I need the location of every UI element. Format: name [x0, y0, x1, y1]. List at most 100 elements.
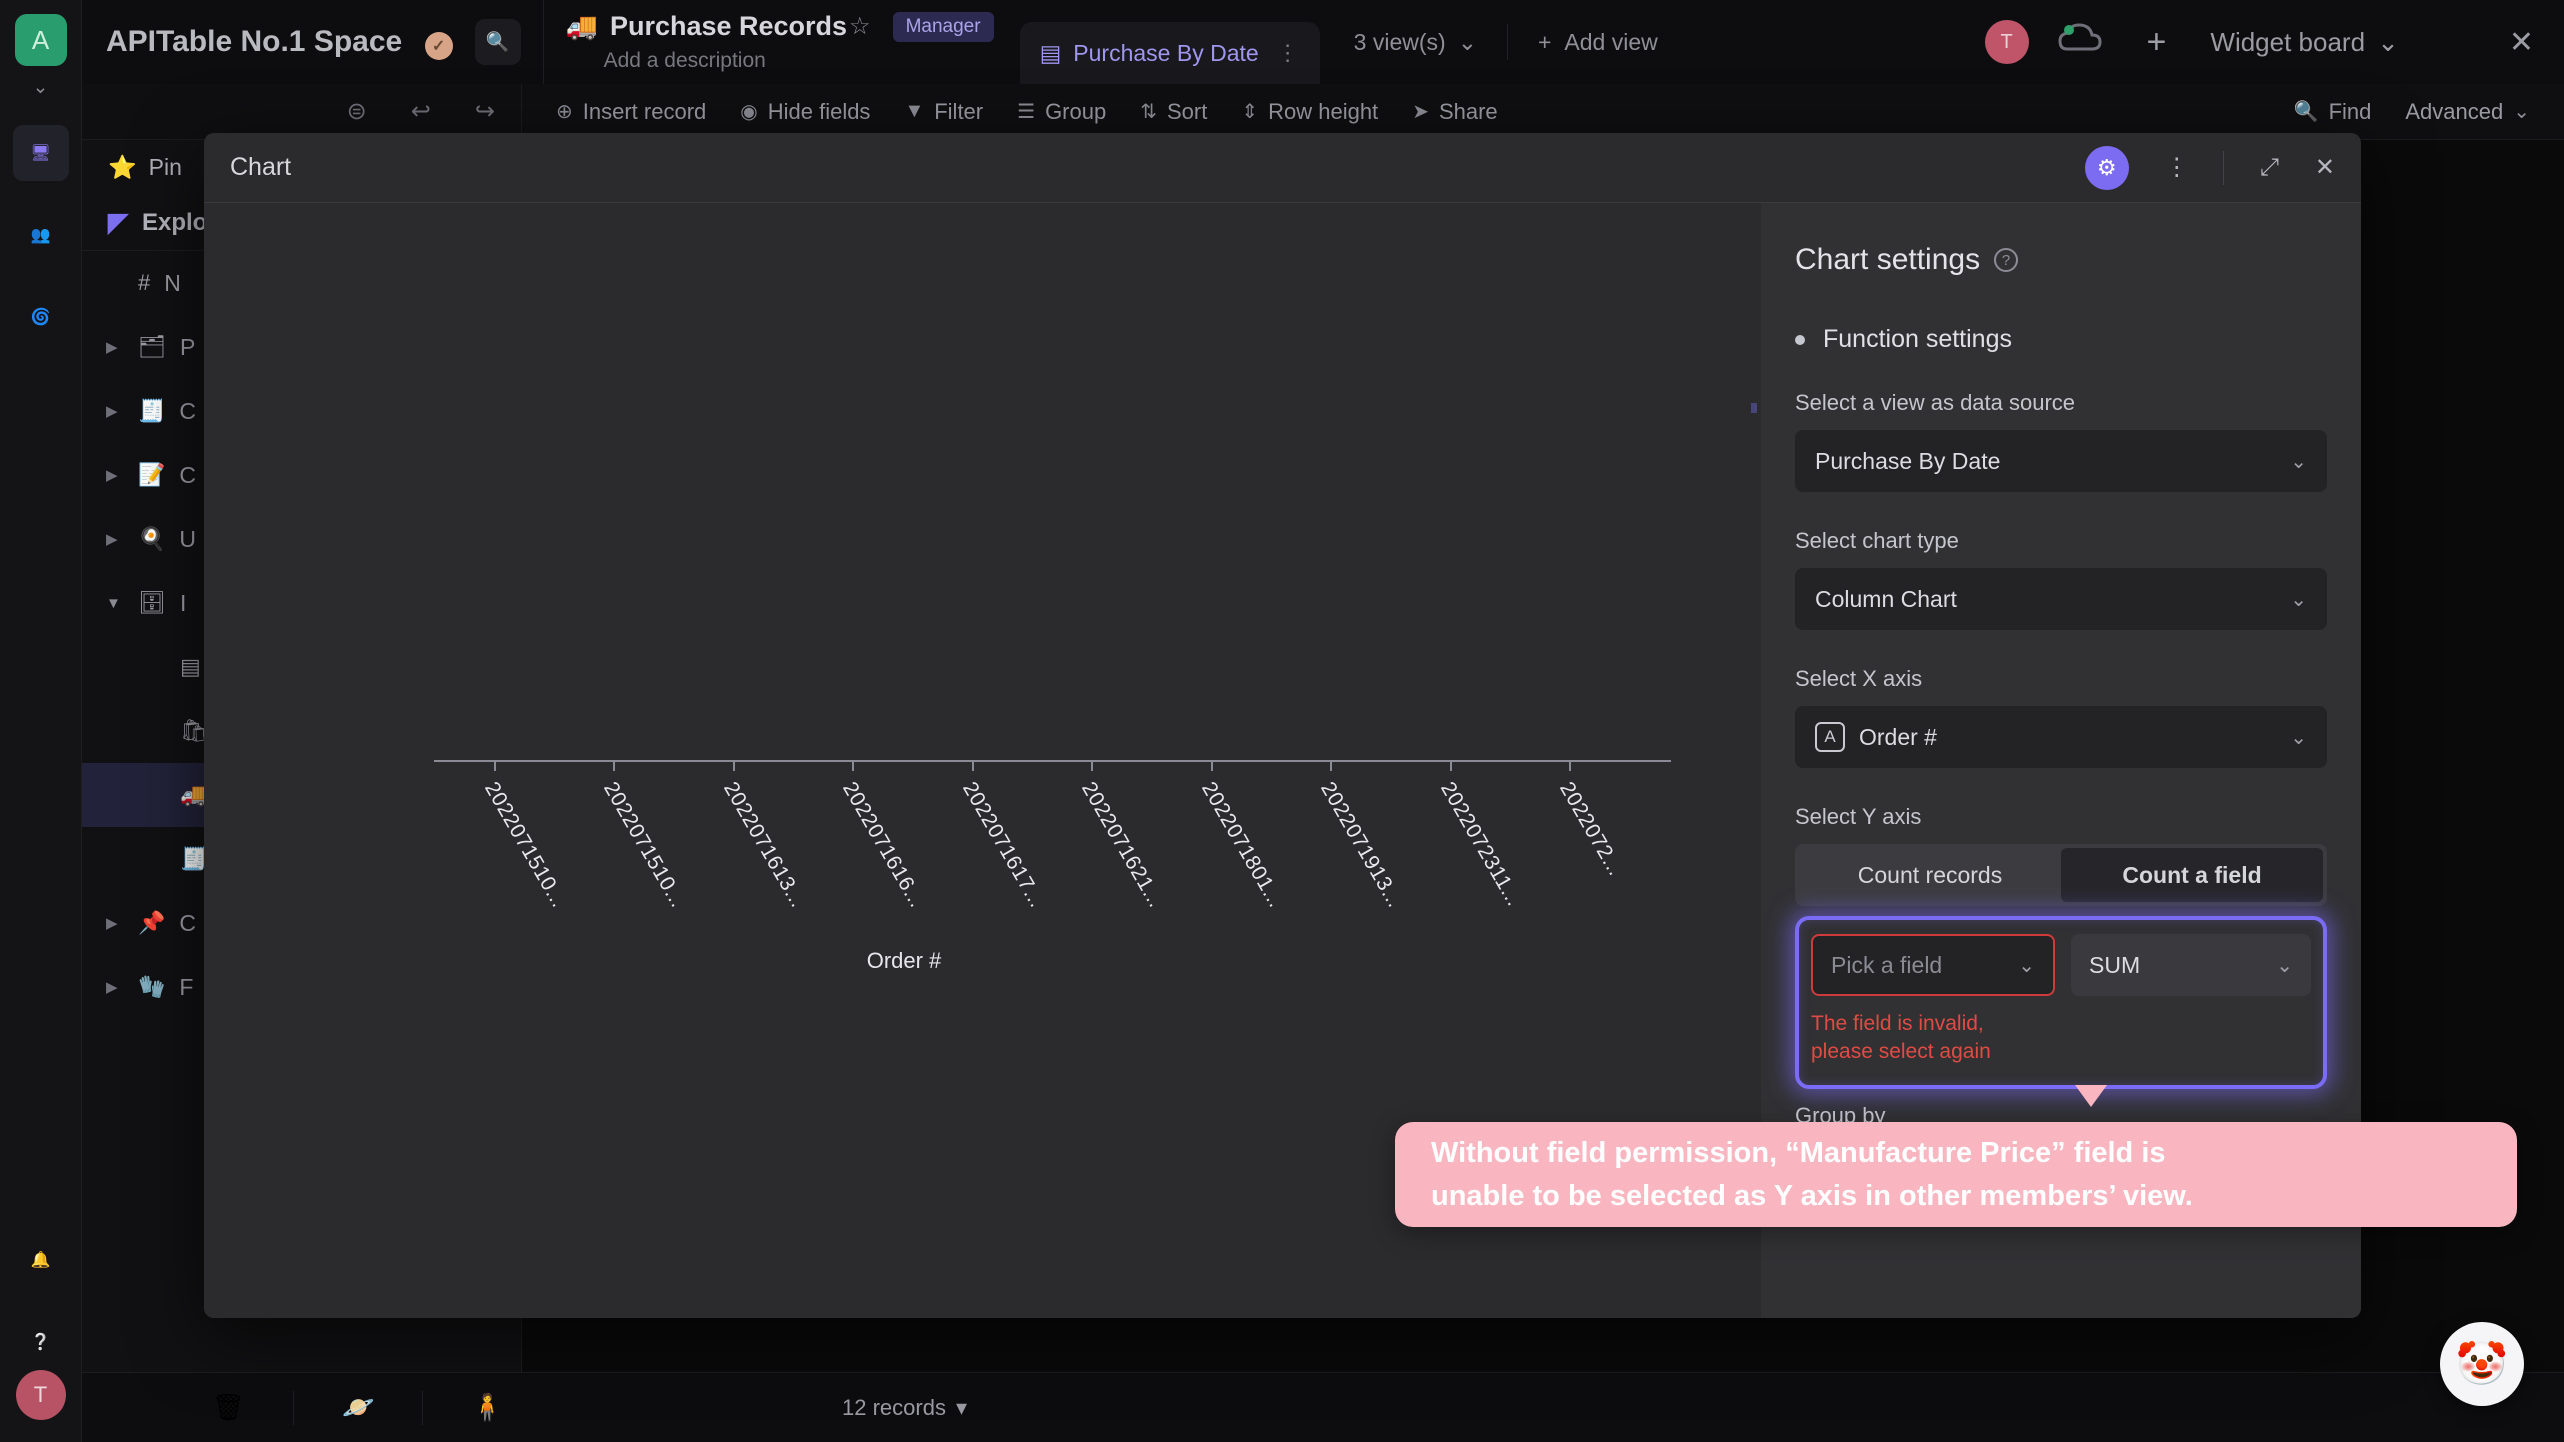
toolbar-row-height[interactable]: ⇕ Row height: [1241, 99, 1378, 125]
add-widget-button[interactable]: +: [2147, 23, 2167, 62]
top-bar: APITable No.1 Space ✓ 🔍 🚚 Purchase Recor…: [82, 0, 2564, 84]
y-axis-field-row: Pick a field ⌄ SUM ⌄: [1811, 934, 2311, 996]
explore-icon: ◤: [108, 207, 128, 237]
node-label: F: [179, 973, 194, 1000]
expand-arrow-icon[interactable]: ▼: [106, 595, 124, 612]
description-placeholder[interactable]: Add a description: [604, 49, 994, 73]
expand-arrow-icon[interactable]: ▶: [106, 402, 124, 420]
divider: [293, 1390, 295, 1425]
view-separator: [1506, 24, 1508, 60]
view-more-icon[interactable]: ⋮: [1277, 40, 1300, 66]
more-options-button[interactable]: ⋮: [2165, 153, 2189, 182]
search-icon: 🔍: [2293, 101, 2319, 123]
pick-field-placeholder: Pick a field: [1831, 951, 1943, 978]
sidebar-item-template[interactable]: 🌀: [13, 289, 69, 345]
x-axis-tick: [1449, 760, 1452, 771]
toolbar-advanced[interactable]: Advanced ⌄: [2405, 99, 2530, 125]
x-axis-title: Order #: [866, 948, 942, 973]
x-axis-tick-label: 2022072311...: [1435, 778, 1526, 911]
expand-arrow-icon[interactable]: ▶: [106, 914, 124, 932]
record-count-dropdown[interactable]: 12 records ▾: [842, 1395, 967, 1421]
tab-count-records[interactable]: Count records: [1799, 848, 2061, 902]
node-label: N: [164, 269, 181, 296]
node-label: I: [179, 589, 187, 616]
node-label: C: [179, 909, 197, 936]
add-view-label: Add view: [1564, 28, 1658, 55]
search-icon: 🔍: [485, 32, 510, 53]
robot-icon[interactable]: 🪐: [342, 1392, 374, 1423]
sidebar-item-members[interactable]: 👥: [13, 207, 69, 263]
error-line-2: please select again: [1811, 1040, 1991, 1064]
collapse-sidebar-icon[interactable]: ⊜: [347, 97, 367, 126]
toolbar-insert-record[interactable]: ⊕ Insert record: [556, 99, 706, 125]
workbench-icon: 🖥: [30, 145, 51, 162]
expand-arrow-icon[interactable]: ▶: [106, 978, 124, 996]
chevron-down-icon: ⌄: [2276, 954, 2293, 977]
row-height-icon: ⇕: [1241, 101, 1259, 123]
toolbar-filter[interactable]: ▼ Filter: [904, 99, 983, 125]
bottom-bar-icons: 🗑 🪐 🧍: [82, 1390, 522, 1425]
modal-header: Chart ⚙ ⋮ ⤢ ✕: [204, 133, 2361, 203]
divider: [2222, 150, 2224, 185]
role-badge[interactable]: Manager: [892, 11, 994, 42]
chevron-down-icon: ⌄: [2290, 450, 2307, 473]
datasheet-title[interactable]: Purchase Records: [610, 11, 847, 42]
settings-gear-button[interactable]: ⚙: [2084, 145, 2129, 190]
toolbar-hide-fields[interactable]: ◉ Hide fields: [740, 99, 870, 125]
node-label: C: [179, 397, 197, 424]
sidebar-item-help[interactable]: ❔: [13, 1314, 69, 1370]
widget-board-dropdown[interactable]: Widget board ⌄: [2210, 27, 2398, 58]
pick-field-select[interactable]: Pick a field ⌄: [1811, 934, 2055, 996]
add-member-icon[interactable]: 🧍: [471, 1392, 503, 1423]
toolbar-group[interactable]: ☰ Group: [1017, 99, 1106, 125]
expand-arrow-icon[interactable]: ▶: [106, 338, 124, 356]
tab-purchase-by-date[interactable]: ▤ Purchase By Date ⋮: [1019, 22, 1320, 84]
aggregate-select[interactable]: SUM ⌄: [2071, 934, 2311, 996]
record-count-label: 12 records: [842, 1394, 946, 1420]
x-axis-tick: [1091, 760, 1094, 771]
user-avatar[interactable]: T: [15, 1370, 66, 1420]
x-axis-select[interactable]: A Order # ⌄: [1795, 706, 2327, 768]
chart-scroll-indicator[interactable]: [1751, 403, 1757, 413]
callout-text: Without field permission, “Manufacture P…: [1431, 1132, 2193, 1216]
close-modal-button[interactable]: ✕: [2315, 153, 2335, 182]
bullet-icon: [1795, 334, 1805, 345]
undo-icon[interactable]: ↩: [411, 97, 431, 126]
space-switch-caret-icon[interactable]: ⌄: [33, 76, 49, 99]
add-view-button[interactable]: + Add view: [1538, 29, 1658, 56]
expand-button[interactable]: ⤢: [2260, 154, 2279, 182]
expand-arrow-icon[interactable]: ▶: [106, 466, 124, 484]
chart-type-label: Select chart type: [1795, 528, 1959, 553]
panel-title: Chart settings ?: [1795, 243, 2327, 277]
toolbar-share[interactable]: ➤ Share: [1412, 99, 1497, 125]
toolbar-sort[interactable]: ⇅ Sort: [1140, 99, 1207, 125]
chevron-down-icon: ⌄: [2513, 101, 2530, 123]
sync-cloud-icon[interactable]: [2057, 22, 2103, 62]
search-button[interactable]: 🔍: [474, 19, 521, 65]
space-name: APITable No.1 Space ✓: [106, 25, 453, 60]
chart-type-select[interactable]: Column Chart ⌄: [1795, 568, 2327, 630]
help-icon[interactable]: ?: [1994, 248, 2019, 272]
toolbar-left-controls: ⊜ ↩ ↪: [82, 84, 522, 139]
redo-icon[interactable]: ↪: [475, 97, 495, 126]
sidebar-item-notifications[interactable]: 🔔: [13, 1232, 69, 1288]
star-icon[interactable]: ☆: [849, 12, 871, 41]
x-axis-tick-label: 2022071510...: [479, 778, 571, 912]
assistant-icon: 🤡: [2455, 1339, 2509, 1387]
tab-count-a-field[interactable]: Count a field: [2061, 848, 2323, 902]
space-avatar[interactable]: A: [14, 14, 67, 66]
node-label: P: [179, 333, 196, 360]
collaborator-avatar[interactable]: T: [1984, 20, 2029, 64]
sidebar-item-workbench[interactable]: 🖥: [12, 125, 69, 181]
toolbar-find[interactable]: 🔍 Find: [2294, 99, 2372, 125]
expand-arrow-icon[interactable]: ▶: [106, 530, 124, 548]
close-widget-panel-button[interactable]: ✕: [2509, 25, 2534, 60]
modal-title: Chart: [230, 153, 292, 181]
toolbar: ⊜ ↩ ↪ ⊕ Insert record ◉ Hide fields ▼ Fi…: [82, 84, 2564, 140]
truck-icon: 🚚: [565, 11, 598, 41]
data-source-select[interactable]: Purchase By Date ⌄: [1795, 430, 2327, 492]
trash-icon[interactable]: 🗑: [212, 1392, 245, 1423]
views-count-dropdown[interactable]: 3 view(s) ⌄: [1354, 29, 1477, 56]
help-assistant-button[interactable]: 🤡: [2440, 1322, 2524, 1406]
node-emoji-icon: 🗂: [138, 334, 166, 359]
